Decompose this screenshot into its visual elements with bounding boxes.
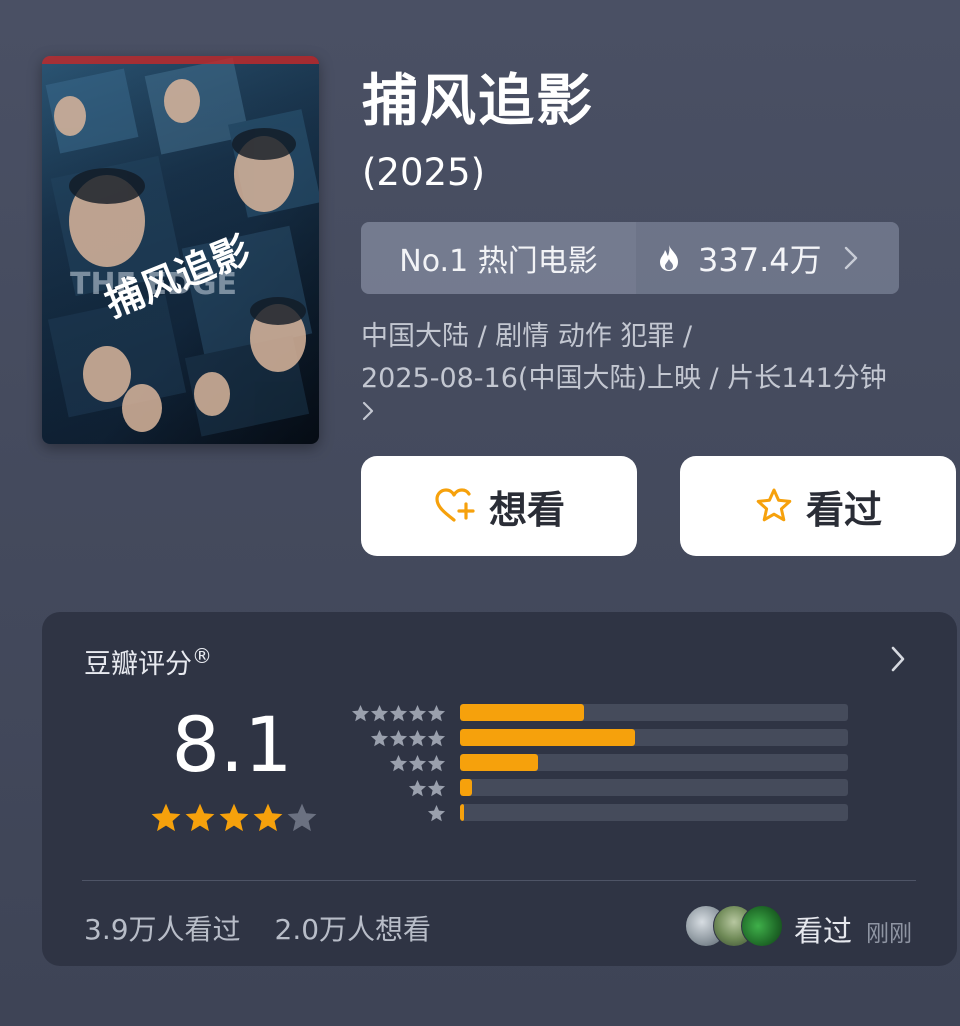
douban-rating-card[interactable]: 豆瓣评分® 8.1 3.9万人看过 2.0万人想看 看过 刚刚 <box>42 612 957 966</box>
rating-bar-2-star <box>342 779 862 797</box>
bar-star-label <box>351 704 446 723</box>
star-icon <box>427 779 446 797</box>
star-icon <box>408 729 427 747</box>
rank-label[interactable]: No.1 热门电影 <box>361 222 636 294</box>
star-icon <box>185 803 215 832</box>
seen-label: 看过 <box>805 487 882 532</box>
flame-icon <box>660 245 678 271</box>
watched-button[interactable]: 看过 <box>680 456 956 556</box>
bar-track <box>460 804 848 821</box>
friend-time: 刚刚 <box>866 921 912 947</box>
movie-title: 捕风追影 <box>362 69 594 134</box>
bar-track <box>460 779 848 796</box>
want-label: 想看 <box>488 487 565 532</box>
rank-heat-bar[interactable]: No.1 热门电影 337.4万 <box>361 222 899 294</box>
bar-star-label <box>427 804 446 823</box>
star-icon <box>427 704 446 722</box>
star-icon <box>427 754 446 772</box>
bar-fill <box>460 804 464 821</box>
bar-fill <box>460 779 472 796</box>
meta-release: 2025-08-16(中国大陆)上映 / 片长141分钟 <box>361 363 887 394</box>
rating-title-text: 豆瓣评分 <box>84 649 192 680</box>
movie-year: (2025) <box>362 151 486 194</box>
bar-star-label <box>370 729 446 748</box>
rating-bar-3-star <box>342 754 862 772</box>
bar-track <box>460 704 848 721</box>
bar-fill <box>460 729 635 746</box>
star-icon <box>408 779 427 797</box>
star-icon <box>408 704 427 722</box>
heat-value: 337.4万 <box>698 241 822 279</box>
movie-meta[interactable]: 中国大陆 / 剧情 动作 犯罪 / 2025-08-16(中国大陆)上映 / 片… <box>361 316 956 428</box>
rating-bar-4-star <box>342 729 862 747</box>
rating-stars <box>150 802 318 834</box>
star-icon <box>370 729 389 747</box>
star-icon <box>389 754 408 772</box>
watched-count: 3.9万人看过 <box>84 913 241 946</box>
friend-avatars[interactable] <box>685 905 785 947</box>
star-icon <box>219 803 249 832</box>
bar-star-label <box>408 779 446 798</box>
bar-star-label <box>389 754 446 773</box>
star-icon <box>351 704 370 722</box>
meta-genres: 中国大陆 / 剧情 动作 犯罪 / <box>361 321 693 352</box>
star-icon <box>287 803 317 832</box>
friend-action: 看过 <box>794 914 853 948</box>
bar-track <box>460 729 848 746</box>
star-icon <box>389 729 408 747</box>
rating-title: 豆瓣评分® <box>84 642 212 681</box>
star-icon <box>151 803 181 832</box>
star-icon <box>427 804 446 822</box>
star-icon <box>408 754 427 772</box>
registered-mark: ® <box>192 644 212 668</box>
avatar[interactable] <box>741 905 783 947</box>
bar-track <box>460 754 848 771</box>
chevron-right-icon[interactable] <box>890 645 906 673</box>
chevron-right-icon <box>844 246 857 270</box>
meta-more-chevron[interactable] <box>361 400 956 428</box>
heat-indicator[interactable]: 337.4万 <box>636 222 899 294</box>
heart-plus-icon <box>435 488 475 522</box>
rating-score: 8.1 <box>171 700 293 789</box>
star-icon <box>253 803 283 832</box>
poster-art: THE EDGE 捕风追影 <box>42 56 319 437</box>
want-to-watch-button[interactable]: 想看 <box>361 456 637 556</box>
rating-divider <box>82 880 916 881</box>
bar-fill <box>460 754 538 771</box>
rating-bar-5-star <box>342 704 862 722</box>
wanted-count: 2.0万人想看 <box>274 913 432 946</box>
bar-fill <box>460 704 585 721</box>
movie-poster[interactable]: THE EDGE 捕风追影 <box>42 56 319 444</box>
star-icon <box>370 704 389 722</box>
rating-bar-1-star <box>342 804 862 822</box>
star-outline-icon <box>756 488 792 522</box>
star-icon <box>389 704 408 722</box>
chevron-right-icon <box>362 401 374 421</box>
rating-stats: 3.9万人看过 2.0万人想看 <box>84 908 431 948</box>
star-icon <box>427 729 446 747</box>
